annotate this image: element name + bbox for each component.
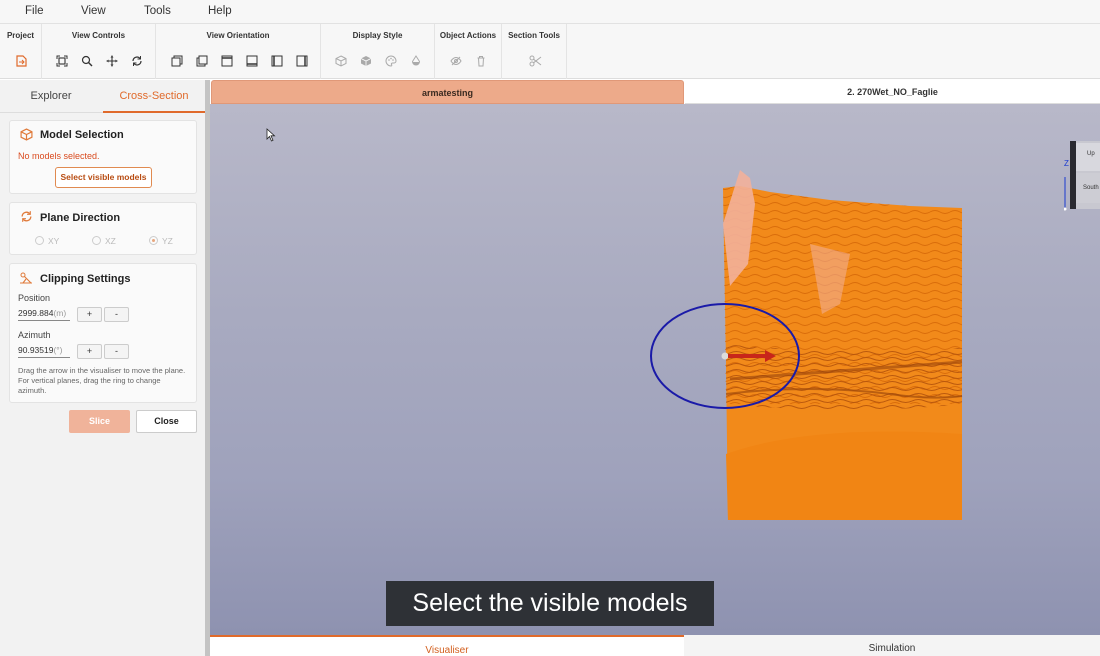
menu-tools[interactable]: Tools: [144, 5, 171, 17]
view-bottom-icon[interactable]: [245, 54, 259, 68]
toolbar-group-view-orientation: View Orientation: [156, 24, 321, 79]
navcube-front-label: South: [1083, 185, 1099, 191]
navigation-cube[interactable]: Z Up South: [1063, 141, 1100, 211]
delete-trash-icon[interactable]: [474, 54, 488, 68]
radio-yz[interactable]: YZ: [149, 236, 173, 246]
clipping-icon: [19, 271, 33, 285]
plane-direction-card: Plane Direction XY XZ YZ: [9, 202, 197, 255]
position-label: Position: [18, 293, 51, 303]
toolbar-group-view-controls: View Controls: [42, 24, 156, 79]
view-right-icon[interactable]: [295, 54, 309, 68]
slice-button[interactable]: Slice: [69, 410, 130, 433]
view-left-icon[interactable]: [270, 54, 284, 68]
radio-xz-label: XZ: [105, 236, 116, 246]
tab-270wet-no-faglie[interactable]: 2. 270Wet_NO_Faglie: [685, 80, 1100, 104]
close-button[interactable]: Close: [136, 410, 197, 433]
group-label-object-actions: Object Actions: [439, 31, 497, 40]
position-plus-button[interactable]: +: [77, 307, 102, 322]
no-models-warning: No models selected.: [18, 151, 100, 161]
tab-explorer[interactable]: Explorer: [0, 80, 102, 113]
azimuth-plus-button[interactable]: +: [77, 344, 102, 359]
toolbar-group-display-style: Display Style: [321, 24, 435, 79]
select-visible-models-button[interactable]: Select visible models: [55, 167, 152, 188]
wireframe-cube-icon[interactable]: [334, 54, 348, 68]
radio-yz-label: YZ: [162, 236, 173, 246]
fit-view-icon[interactable]: [55, 54, 69, 68]
opacity-drop-icon[interactable]: [409, 54, 423, 68]
view-top-icon[interactable]: [220, 54, 234, 68]
menu-file[interactable]: File: [25, 5, 44, 17]
menu-help[interactable]: Help: [208, 5, 232, 17]
ring-handle[interactable]: [721, 352, 729, 360]
clipping-help-text: Drag the arrow in the visualiser to move…: [18, 366, 186, 395]
radio-xz-circle: [92, 236, 101, 245]
left-panel: Explorer Cross-Section Model Selection N…: [0, 80, 205, 656]
zoom-icon[interactable]: [80, 54, 94, 68]
tab-armatesting[interactable]: armatesting: [211, 80, 684, 104]
3d-viewport[interactable]: [210, 104, 1100, 635]
position-minus-button[interactable]: -: [104, 307, 129, 322]
group-label-project: Project: [6, 31, 35, 40]
position-unit: (m): [53, 308, 67, 318]
clipping-settings-title: Clipping Settings: [40, 273, 131, 285]
left-tabs: Explorer Cross-Section: [0, 80, 205, 113]
azimuth-value: 90.93519: [18, 345, 54, 355]
plane-direction-title: Plane Direction: [40, 212, 121, 224]
azimuth-input[interactable]: 90.93519(°): [18, 342, 70, 358]
view-back-icon[interactable]: [195, 54, 209, 68]
view-front-icon[interactable]: [170, 54, 184, 68]
scissors-icon[interactable]: [528, 54, 542, 68]
export-file-icon[interactable]: [14, 54, 28, 68]
pan-icon[interactable]: [105, 54, 119, 68]
radio-xz[interactable]: XZ: [92, 236, 116, 246]
hide-eye-icon[interactable]: [449, 54, 463, 68]
model-selection-title: Model Selection: [40, 129, 124, 141]
palette-icon[interactable]: [384, 54, 398, 68]
group-label-view-controls: View Controls: [71, 31, 126, 40]
cube-icon: [19, 128, 33, 142]
navcube-top-label: Up: [1087, 151, 1095, 157]
rotate-icon[interactable]: [130, 54, 144, 68]
toolbar: Project View Controls View Orientation D…: [0, 24, 1100, 79]
solid-cube-icon[interactable]: [359, 54, 373, 68]
azimuth-minus-button[interactable]: -: [104, 344, 129, 359]
navcube-axis-label: Z: [1064, 159, 1069, 168]
tab-simulation[interactable]: Simulation: [684, 635, 1100, 656]
radio-xy-circle: [35, 236, 44, 245]
azimuth-label: Azimuth: [18, 330, 51, 340]
menu-bar: File View Tools Help: [0, 0, 1100, 24]
toolbar-group-project: Project: [0, 24, 42, 79]
lower-block: [726, 431, 962, 520]
tab-cross-section[interactable]: Cross-Section: [103, 80, 205, 113]
model-selection-card: Model Selection No models selected. Sele…: [9, 120, 197, 194]
menu-view[interactable]: View: [81, 5, 106, 17]
radio-xy[interactable]: XY: [35, 236, 59, 246]
sync-arrows-icon: [19, 210, 33, 224]
group-label-section-tools: Section Tools: [508, 31, 560, 40]
model-render: [650, 170, 963, 520]
position-input[interactable]: 2999.884(m): [18, 305, 70, 321]
clipping-settings-card: Clipping Settings Position 2999.884(m) +…: [9, 263, 197, 403]
group-label-display-style: Display Style: [352, 31, 403, 40]
tutorial-caption: Select the visible models: [386, 581, 714, 626]
radio-xy-label: XY: [48, 236, 60, 246]
toolbar-group-object-actions: Object Actions: [435, 24, 502, 79]
tab-visualiser[interactable]: Visualiser: [210, 635, 684, 656]
radio-yz-circle: [149, 236, 158, 245]
azimuth-unit: (°): [53, 345, 63, 355]
group-label-view-orientation: View Orientation: [206, 31, 270, 40]
mouse-cursor-icon: [266, 128, 276, 142]
toolbar-group-section-tools: Section Tools: [502, 24, 567, 79]
position-value: 2999.884: [18, 308, 54, 318]
